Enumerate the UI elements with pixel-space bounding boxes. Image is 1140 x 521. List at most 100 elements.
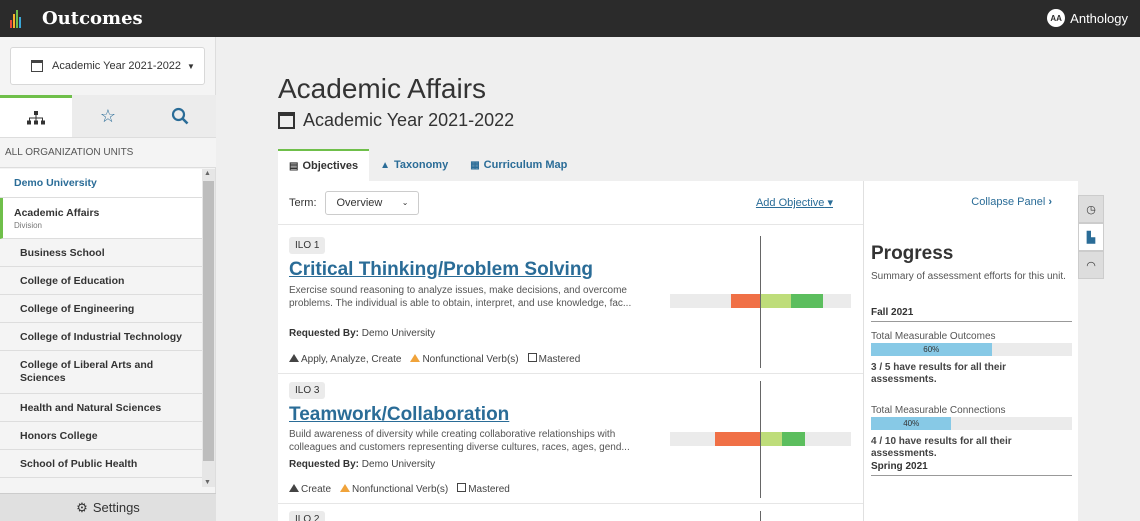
- page-subtitle-text: Academic Year 2021-2022: [303, 110, 515, 130]
- objective-row: ILO 1 Critical Thinking/Problem Solving …: [278, 226, 863, 374]
- tab-search[interactable]: [144, 95, 216, 137]
- main-tabs: ▤ Objectives ▲ Taxonomy ▦ Curriculum Map: [278, 149, 578, 181]
- brand[interactable]: AA Anthology: [1047, 9, 1128, 27]
- org-unit-item[interactable]: School of Public Health: [0, 450, 202, 478]
- collapse-panel-link[interactable]: Collapse Panel ›: [971, 196, 1052, 208]
- mastery-status: Mastered: [457, 483, 510, 495]
- org-unit-list: Demo University Academic Affairs Divisio…: [0, 169, 202, 487]
- tab-label: Curriculum Map: [483, 159, 568, 171]
- objective-description: Build awareness of diversity while creat…: [289, 429, 630, 453]
- tab-label: Objectives: [302, 160, 359, 172]
- progress-button[interactable]: ▙: [1078, 223, 1104, 251]
- pyramid-icon: [289, 353, 299, 362]
- nonfunctional-verbs: Nonfunctional Verb(s): [410, 353, 519, 365]
- org-unit-item[interactable]: School of Social ...: [0, 478, 202, 487]
- tab-favorites[interactable]: ☆: [72, 95, 144, 137]
- tab-curriculum-map[interactable]: ▦ Curriculum Map: [459, 149, 578, 181]
- org-unit-item[interactable]: Honors College: [0, 422, 202, 450]
- objectives-panel: Term: Overview ⌄ Add Objective ▾ ILO 1 C…: [278, 181, 863, 521]
- all-units-heading: ALL ORGANIZATION UNITS: [0, 138, 216, 168]
- org-unit-item[interactable]: College of Industrial Technology: [0, 323, 202, 351]
- connections-progress-bar: 40%: [871, 417, 1072, 430]
- org-unit-item[interactable]: College of Liberal Arts and Sciences: [0, 351, 202, 394]
- objective-row: ILO 2: [278, 504, 863, 521]
- sidebar: Academic Year 2021-2022 ▼ ☆ ALL ORGANIZA…: [0, 37, 216, 521]
- org-unit-item[interactable]: Health and Natural Sciences: [0, 394, 202, 422]
- objective-requested-by: Requested By: Demo University: [289, 459, 436, 470]
- connections-metric-note: 4 / 10 have results for all their assess…: [871, 436, 1012, 459]
- tab-taxonomy[interactable]: ▲ Taxonomy: [369, 149, 459, 181]
- progress-term: Spring 2021: [871, 461, 1072, 476]
- objective-row: ILO 3 Teamwork/Collaboration Build aware…: [278, 374, 863, 504]
- taxonomy-verbs: Create: [289, 483, 331, 495]
- grid-icon: ▦: [470, 159, 480, 171]
- taxonomy-verbs: Apply, Analyze, Create: [289, 353, 401, 365]
- hierarchy-icon: [27, 110, 45, 124]
- target-divider: [760, 381, 761, 498]
- settings-button[interactable]: ⚙ Settings: [0, 493, 216, 521]
- settings-label: Settings: [92, 500, 140, 515]
- sidebar-scrollbar[interactable]: ▲ ▼: [202, 169, 215, 487]
- result-segment-red: [731, 294, 760, 308]
- gear-icon: ⚙: [76, 499, 88, 515]
- pyramid-icon: [289, 483, 299, 492]
- mastered-icon: [457, 483, 467, 492]
- connections-progress-fill: 40%: [871, 417, 952, 430]
- anthology-badge-icon: AA: [1047, 9, 1066, 27]
- org-unit-demo-university[interactable]: Demo University: [0, 169, 202, 198]
- chevron-right-icon: ›: [1048, 196, 1052, 208]
- progress-term: Fall 2021: [871, 307, 1072, 322]
- objective-title-link[interactable]: Critical Thinking/Problem Solving: [289, 259, 593, 281]
- calendar-icon: [31, 60, 43, 72]
- org-unit-type: Division: [14, 220, 43, 230]
- result-segment-red: [714, 432, 760, 446]
- result-segment-green: [781, 432, 806, 446]
- warning-icon: [340, 483, 351, 492]
- objective-title-link[interactable]: Teamwork/Collaboration: [289, 404, 509, 426]
- objective-description: Exercise sound reasoning to analyze issu…: [289, 285, 632, 309]
- org-unit-item[interactable]: Business School: [0, 239, 202, 267]
- document-icon: ▤: [289, 160, 299, 172]
- app-title: Outcomes: [42, 8, 143, 29]
- tab-label: Taxonomy: [394, 159, 449, 171]
- connections-metric-label: Total Measurable Connections: [871, 405, 1006, 416]
- progress-subtitle: Summary of assessment efforts for this u…: [871, 271, 1066, 282]
- chevron-down-icon: ⌄: [401, 198, 409, 207]
- org-unit-academic-affairs[interactable]: Academic Affairs Division: [0, 198, 202, 239]
- outcomes-metric-note: 3 / 5 have results for all their assessm…: [871, 362, 1007, 385]
- scroll-up-icon[interactable]: ▲: [204, 170, 211, 177]
- tab-hierarchy[interactable]: [0, 95, 72, 137]
- add-objective-link[interactable]: Add Objective ▾: [756, 196, 833, 209]
- mastered-icon: [527, 353, 537, 362]
- objective-code: ILO 2: [289, 511, 326, 521]
- mastery-status: Mastered: [527, 353, 580, 365]
- outcomes-metric-label: Total Measurable Outcomes: [871, 331, 996, 342]
- gauge-button[interactable]: ◠: [1078, 251, 1104, 279]
- scroll-thumb[interactable]: [203, 181, 214, 461]
- sidebar-tabs: ☆: [0, 95, 216, 138]
- objective-requested-by: Requested By: Demo University: [289, 328, 436, 339]
- scroll-down-icon[interactable]: ▼: [204, 479, 211, 486]
- tab-objectives[interactable]: ▤ Objectives: [278, 149, 370, 181]
- calendar-icon: [278, 112, 295, 129]
- gauge-icon: ◠: [1086, 259, 1096, 272]
- warning-icon: [410, 353, 421, 362]
- nonfunctional-verbs: Nonfunctional Verb(s): [340, 483, 448, 495]
- outcomes-progress-bar: 60%: [871, 343, 1072, 356]
- academic-year-dropdown[interactable]: Academic Year 2021-2022 ▼: [10, 47, 205, 85]
- term-row: Term: Overview ⌄ Add Objective ▾: [278, 181, 863, 225]
- result-segment-lightgreen: [760, 432, 782, 446]
- caret-down-icon: ▼: [187, 61, 195, 71]
- org-unit-item[interactable]: College of Engineering: [0, 295, 202, 323]
- objective-code: ILO 3: [289, 382, 326, 399]
- page-subtitle: Academic Year 2021-2022: [278, 110, 514, 131]
- search-icon: [171, 107, 189, 125]
- star-icon: ☆: [99, 105, 117, 126]
- target-divider: [760, 511, 761, 521]
- org-unit-item[interactable]: College of Education: [0, 267, 202, 295]
- target-divider: [760, 236, 761, 368]
- history-button[interactable]: ◷: [1078, 195, 1104, 223]
- result-segment-green: [790, 294, 824, 308]
- term-select[interactable]: Overview ⌄: [324, 190, 419, 215]
- objective-code: ILO 1: [289, 237, 326, 254]
